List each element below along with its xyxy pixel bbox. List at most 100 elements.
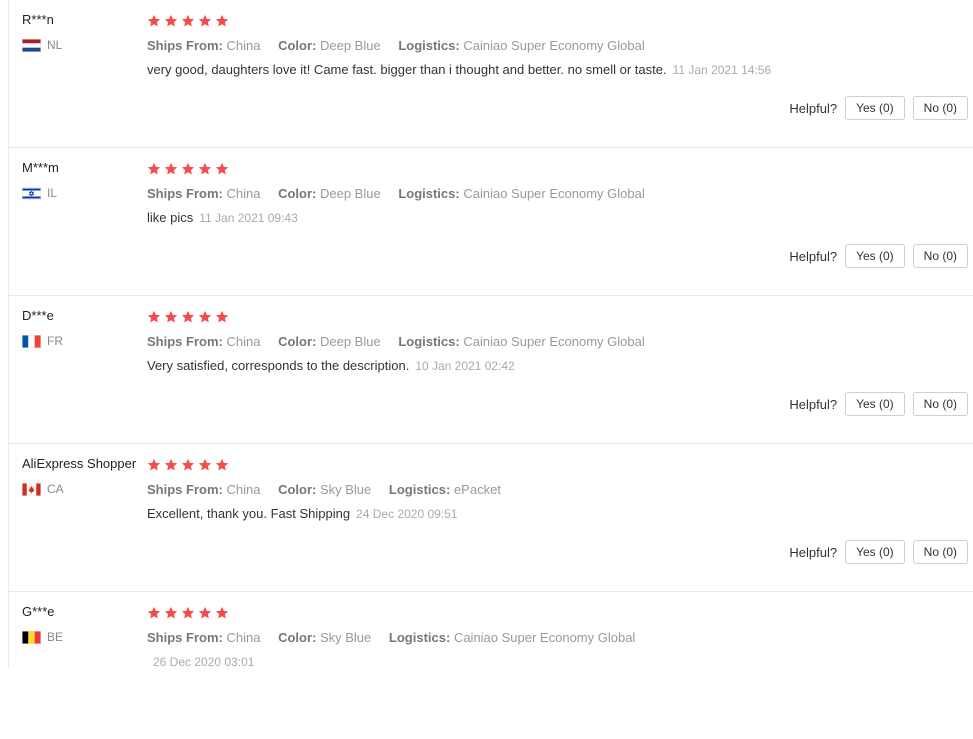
logistics-value: Cainiao Super Economy Global <box>463 38 645 53</box>
review-content: Ships From: China Color: Sky Blue Logist… <box>147 456 966 522</box>
ships-from-value: China <box>226 186 261 201</box>
star-icon <box>164 14 178 28</box>
logistics-label: Logistics: <box>388 482 451 497</box>
star-icon <box>215 458 229 472</box>
color-value: Deep Blue <box>319 38 381 53</box>
helpful-actions: Helpful? Yes (0) No (0) <box>789 540 968 564</box>
star-icon <box>181 310 195 324</box>
reviewer-name: AliExpress Shopper <box>22 456 137 471</box>
reviewer-info: G***e BE <box>22 604 63 644</box>
star-rating <box>147 12 966 30</box>
review-meta: Ships From: China Color: Sky Blue Logist… <box>147 630 966 646</box>
review-text: like pics <box>147 210 194 225</box>
star-icon <box>198 162 212 176</box>
logistics-value: ePacket <box>453 482 501 497</box>
helpful-no-button[interactable]: No (0) <box>912 540 968 564</box>
helpful-yes-button[interactable]: Yes (0) <box>845 244 905 268</box>
helpful-label: Helpful? <box>789 100 838 116</box>
review-text: very good, daughters love it! Came fast.… <box>147 62 667 77</box>
color-label: Color: <box>278 334 317 349</box>
reviewer-country: BE <box>22 630 63 644</box>
star-icon <box>147 162 161 176</box>
color-label: Color: <box>278 482 317 497</box>
helpful-yes-button[interactable]: Yes (0) <box>845 96 905 120</box>
color-label: Color: <box>278 186 317 201</box>
helpful-no-button[interactable]: No (0) <box>912 96 968 120</box>
review-meta: Ships From: China Color: Deep Blue Logis… <box>147 334 966 350</box>
reviewer-info: D***e FR <box>22 308 63 348</box>
ships-from-label: Ships From: <box>147 482 223 497</box>
reviewer-info: AliExpress Shopper CA <box>22 456 136 496</box>
reviewer-country: IL <box>22 186 59 200</box>
reviewer-name: D***e <box>22 308 54 323</box>
logistics-label: Logistics: <box>388 630 451 645</box>
review-text-row: very good, daughters love it! Came fast.… <box>147 62 966 78</box>
review-item: D***e FR Ships From: China Color: Deep B… <box>9 296 973 444</box>
star-icon <box>198 14 212 28</box>
country-code: IL <box>47 186 58 200</box>
helpful-yes-button[interactable]: Yes (0) <box>845 540 905 564</box>
star-icon <box>147 14 161 28</box>
star-icon <box>164 458 178 472</box>
helpful-yes-button[interactable]: Yes (0) <box>845 392 905 416</box>
color-value: Deep Blue <box>319 334 381 349</box>
star-icon <box>215 606 229 620</box>
ships-from-value: China <box>226 482 261 497</box>
review-content: Ships From: China Color: Deep Blue Logis… <box>147 160 966 226</box>
color-label: Color: <box>278 38 317 53</box>
logistics-value: Cainiao Super Economy Global <box>463 334 645 349</box>
il-flag-icon <box>22 186 41 200</box>
star-icon <box>181 162 195 176</box>
review-date: 10 Jan 2021 02:42 <box>415 359 515 373</box>
logistics-value: Cainiao Super Economy Global <box>453 630 636 645</box>
review-item: G***e BE Ships From: China Color: Sky Bl… <box>9 592 973 739</box>
review-meta: Ships From: China Color: Sky Blue Logist… <box>147 482 966 498</box>
star-icon <box>198 310 212 324</box>
star-icon <box>215 310 229 324</box>
reviewer-name: R***n <box>22 12 54 27</box>
color-value: Sky Blue <box>319 482 372 497</box>
star-rating <box>147 456 966 474</box>
reviewer-info: R***n NL <box>22 12 62 52</box>
color-value: Deep Blue <box>319 186 381 201</box>
fr-flag-icon <box>22 334 41 348</box>
helpful-actions: Helpful? Yes (0) No (0) <box>789 392 968 416</box>
ships-from-label: Ships From: <box>147 334 223 349</box>
ships-from-value: China <box>226 630 261 645</box>
helpful-label: Helpful? <box>789 544 838 560</box>
star-icon <box>198 458 212 472</box>
country-code: NL <box>47 38 63 52</box>
helpful-no-button[interactable]: No (0) <box>912 244 968 268</box>
ships-from-label: Ships From: <box>147 186 223 201</box>
be-flag-icon <box>22 630 41 644</box>
star-icon <box>164 310 178 324</box>
star-icon <box>198 606 212 620</box>
review-text-row: Very satisfied, corresponds to the descr… <box>147 358 966 374</box>
review-content: Ships From: China Color: Sky Blue Logist… <box>147 604 966 670</box>
country-code: FR <box>47 334 63 348</box>
country-code: BE <box>47 630 64 644</box>
review-content: Ships From: China Color: Deep Blue Logis… <box>147 12 966 78</box>
helpful-no-button[interactable]: No (0) <box>912 392 968 416</box>
feedback-list: R***n NL Ships From: China Color: Deep B… <box>8 0 973 669</box>
star-icon <box>164 162 178 176</box>
logistics-label: Logistics: <box>398 334 460 349</box>
helpful-label: Helpful? <box>789 248 838 264</box>
review-date: 11 Jan 2021 14:56 <box>672 63 772 77</box>
review-meta: Ships From: China Color: Deep Blue Logis… <box>147 186 966 202</box>
ships-from-value: China <box>226 334 261 349</box>
star-rating <box>147 308 966 326</box>
color-label: Color: <box>278 630 317 645</box>
ca-flag-icon <box>22 482 41 496</box>
review-date: 26 Dec 2020 03:01 <box>153 655 255 669</box>
helpful-actions: Helpful? Yes (0) No (0) <box>789 96 968 120</box>
star-icon <box>215 14 229 28</box>
ships-from-value: China <box>226 38 261 53</box>
review-text: Very satisfied, corresponds to the descr… <box>147 358 410 373</box>
review-text-row: like pics 11 Jan 2021 09:43 <box>147 210 966 226</box>
star-icon <box>147 458 161 472</box>
ships-from-label: Ships From: <box>147 630 223 645</box>
reviewer-name: M***m <box>22 160 59 175</box>
star-rating <box>147 160 966 178</box>
ships-from-label: Ships From: <box>147 38 223 53</box>
